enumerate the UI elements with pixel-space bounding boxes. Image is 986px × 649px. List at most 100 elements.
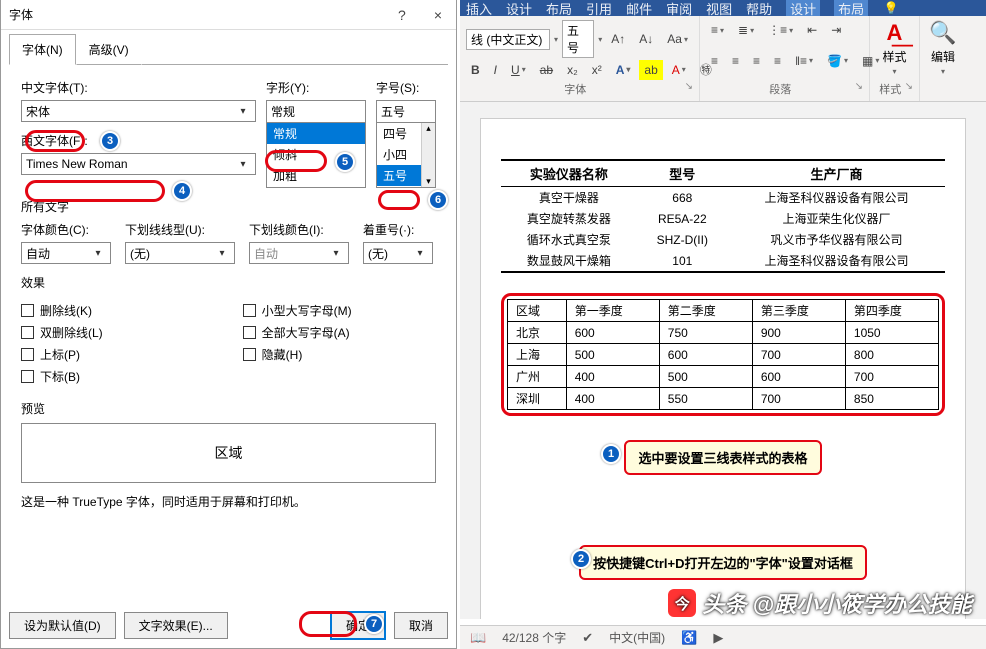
smallcaps-checkbox[interactable]: 小型大写字母(M) [243, 302, 352, 319]
scrollbar[interactable]: ▴▾ [421, 123, 435, 187]
set-default-button[interactable]: 设为默认值(D) [9, 612, 116, 639]
en-font-combo[interactable]: Times New Roman ▾ [21, 153, 256, 175]
editing-button[interactable]: 🔍 编辑 ▾ [926, 20, 960, 76]
line-spacing-icon[interactable]: ‖≡▾ [790, 51, 818, 71]
subscript-checkbox[interactable]: 下标(B) [21, 368, 103, 385]
table-header: 生产厂商 [728, 160, 945, 187]
accessibility-icon[interactable]: ♿ [681, 630, 697, 646]
list-item[interactable]: 小四 [377, 144, 421, 165]
align-left-icon[interactable]: ≡ [706, 51, 723, 71]
change-case-icon[interactable]: Aa▾ [662, 29, 693, 49]
align-right-icon[interactable]: ≡ [748, 51, 765, 71]
page[interactable]: 实验仪器名称 型号 生产厂商 真空干燥器668上海圣科仪器设备有限公司 真空旋转… [480, 118, 966, 619]
spellcheck-icon[interactable]: ✔ [582, 630, 593, 646]
ribbon-tabbar: 插入 设计 布局 引用 邮件 审阅 视图 帮助 设计 布局 💡 [460, 0, 986, 16]
dialog-title: 字体 [9, 6, 33, 23]
font-dialog: 字体 ? × 字体(N) 高级(V) 中文字体(T): 宋体 ▾ 西文字体(F)… [0, 0, 457, 649]
preview-label: 预览 [21, 400, 436, 417]
language-status[interactable]: 中文(中国) [609, 629, 665, 646]
preview-note: 这是一种 TrueType 字体，同时适用于屏幕和打印机。 [21, 493, 436, 510]
emphasis-combo[interactable]: (无)▾ [363, 242, 433, 264]
superscript-checkbox[interactable]: 上标(P) [21, 346, 103, 363]
tell-me-icon[interactable]: 💡 [882, 1, 900, 15]
underline-color-combo[interactable]: 自动▾ [249, 242, 349, 264]
strike-checkbox[interactable]: 删除线(K) [21, 302, 103, 319]
italic-icon[interactable]: I [489, 60, 502, 80]
word-count[interactable]: 42/128 个字 [502, 629, 566, 646]
emphasis-label: 着重号(·): [363, 221, 433, 238]
ribbon-tab[interactable]: 插入 [466, 0, 492, 18]
group-label-paragraph: 段落 [706, 81, 855, 97]
ribbon-tab[interactable]: 引用 [586, 0, 612, 18]
text-effect-icon[interactable]: A▾ [611, 60, 636, 80]
annotation-badge-6: 6 [428, 190, 448, 210]
ribbon-tab[interactable]: 设计 [506, 0, 532, 18]
help-icon[interactable]: ? [392, 5, 412, 25]
cancel-button[interactable]: 取消 [394, 612, 448, 639]
cn-font-value: 宋体 [26, 103, 50, 120]
cn-font-combo[interactable]: 宋体 ▾ [21, 100, 256, 122]
styles-button[interactable]: A͟ 样式 ▾ [876, 20, 913, 76]
en-font-value: Times New Roman [26, 157, 128, 171]
annotation-badge-1: 1 [601, 444, 621, 464]
size-listbox[interactable]: 四号 小四 五号 ▴▾ [376, 122, 436, 188]
preview-box: 区域 [21, 423, 436, 483]
ribbon-tab[interactable]: 布局 [834, 0, 868, 18]
align-center-icon[interactable]: ≡ [727, 51, 744, 71]
increase-font-icon[interactable]: A↑ [606, 29, 630, 49]
three-line-table[interactable]: 实验仪器名称 型号 生产厂商 真空干燥器668上海圣科仪器设备有限公司 真空旋转… [501, 159, 945, 273]
size-input[interactable]: 五号 [376, 100, 436, 122]
font-theme-combo[interactable]: 线 (中文正文) [466, 29, 550, 50]
dstrike-checkbox[interactable]: 双删除线(L) [21, 324, 103, 341]
close-icon[interactable]: × [428, 5, 448, 25]
dialog-launcher-icon[interactable]: ↘ [685, 81, 693, 97]
bold-icon[interactable]: B [466, 60, 485, 80]
font-color-combo[interactable]: 自动▾ [21, 242, 111, 264]
list-item[interactable]: 四号 [377, 123, 421, 144]
watermark: 今 头条 @跟小小筱学办公技能 [668, 587, 972, 619]
text-effects-button[interactable]: 文字效果(E)... [124, 612, 228, 639]
grid-table[interactable]: 区域第一季度第二季度第三季度第四季度 北京6007509001050 上海500… [507, 299, 939, 410]
dialog-launcher-icon[interactable]: ↘ [855, 81, 863, 97]
ribbon-tab[interactable]: 布局 [546, 0, 572, 18]
tab-advanced[interactable]: 高级(V) [76, 34, 142, 65]
underline-icon[interactable]: U▾ [506, 60, 531, 80]
hidden-checkbox[interactable]: 隐藏(H) [243, 346, 352, 363]
font-size-combo[interactable]: 五号 [562, 20, 594, 58]
book-icon[interactable]: 📖 [470, 630, 486, 646]
annotation-badge-4: 4 [172, 181, 192, 201]
allcaps-checkbox[interactable]: 全部大写字母(A) [243, 324, 352, 341]
list-item[interactable]: 常规 [267, 123, 365, 144]
group-label-styles: 样式 [876, 81, 905, 97]
tab-font[interactable]: 字体(N) [9, 34, 76, 65]
style-input[interactable]: 常规 [266, 100, 366, 122]
macro-icon[interactable]: ▶ [713, 630, 723, 646]
group-label-font: 字体 [466, 81, 685, 97]
underline-style-combo[interactable]: (无)▾ [125, 242, 235, 264]
ribbon-tab[interactable]: 邮件 [626, 0, 652, 18]
superscript-icon[interactable]: x² [587, 60, 607, 80]
indent-right-icon[interactable]: ⇥ [826, 20, 846, 40]
align-justify-icon[interactable]: ≡ [769, 51, 786, 71]
multilevel-icon[interactable]: ⋮≡▾ [763, 20, 798, 40]
strike-icon[interactable]: ab [535, 60, 558, 80]
size-label: 字号(S): [376, 79, 436, 96]
indent-left-icon[interactable]: ⇤ [802, 20, 822, 40]
underline-color-label: 下划线颜色(I): [249, 221, 349, 238]
ribbon-tab[interactable]: 设计 [786, 0, 820, 18]
font-color-icon[interactable]: A▾ [667, 60, 691, 80]
dialog-tabs: 字体(N) 高级(V) [1, 30, 456, 65]
bullets-icon[interactable]: ≡▾ [706, 20, 729, 40]
cn-font-label: 中文字体(T): [21, 79, 256, 96]
numbering-icon[interactable]: ≣▾ [733, 20, 759, 40]
ribbon-tab[interactable]: 视图 [706, 0, 732, 18]
decrease-font-icon[interactable]: A↓ [634, 29, 658, 49]
subscript-icon[interactable]: x₂ [562, 60, 583, 80]
dialog-launcher-icon[interactable]: ↘ [905, 81, 913, 97]
highlight-icon[interactable]: ab [639, 60, 662, 80]
ribbon-tab[interactable]: 帮助 [746, 0, 772, 18]
selected-table-highlight: 区域第一季度第二季度第三季度第四季度 北京6007509001050 上海500… [501, 293, 945, 416]
ribbon-tab[interactable]: 审阅 [666, 0, 692, 18]
list-item[interactable]: 五号 [377, 165, 421, 186]
shading-icon[interactable]: 🪣▾ [822, 51, 853, 71]
